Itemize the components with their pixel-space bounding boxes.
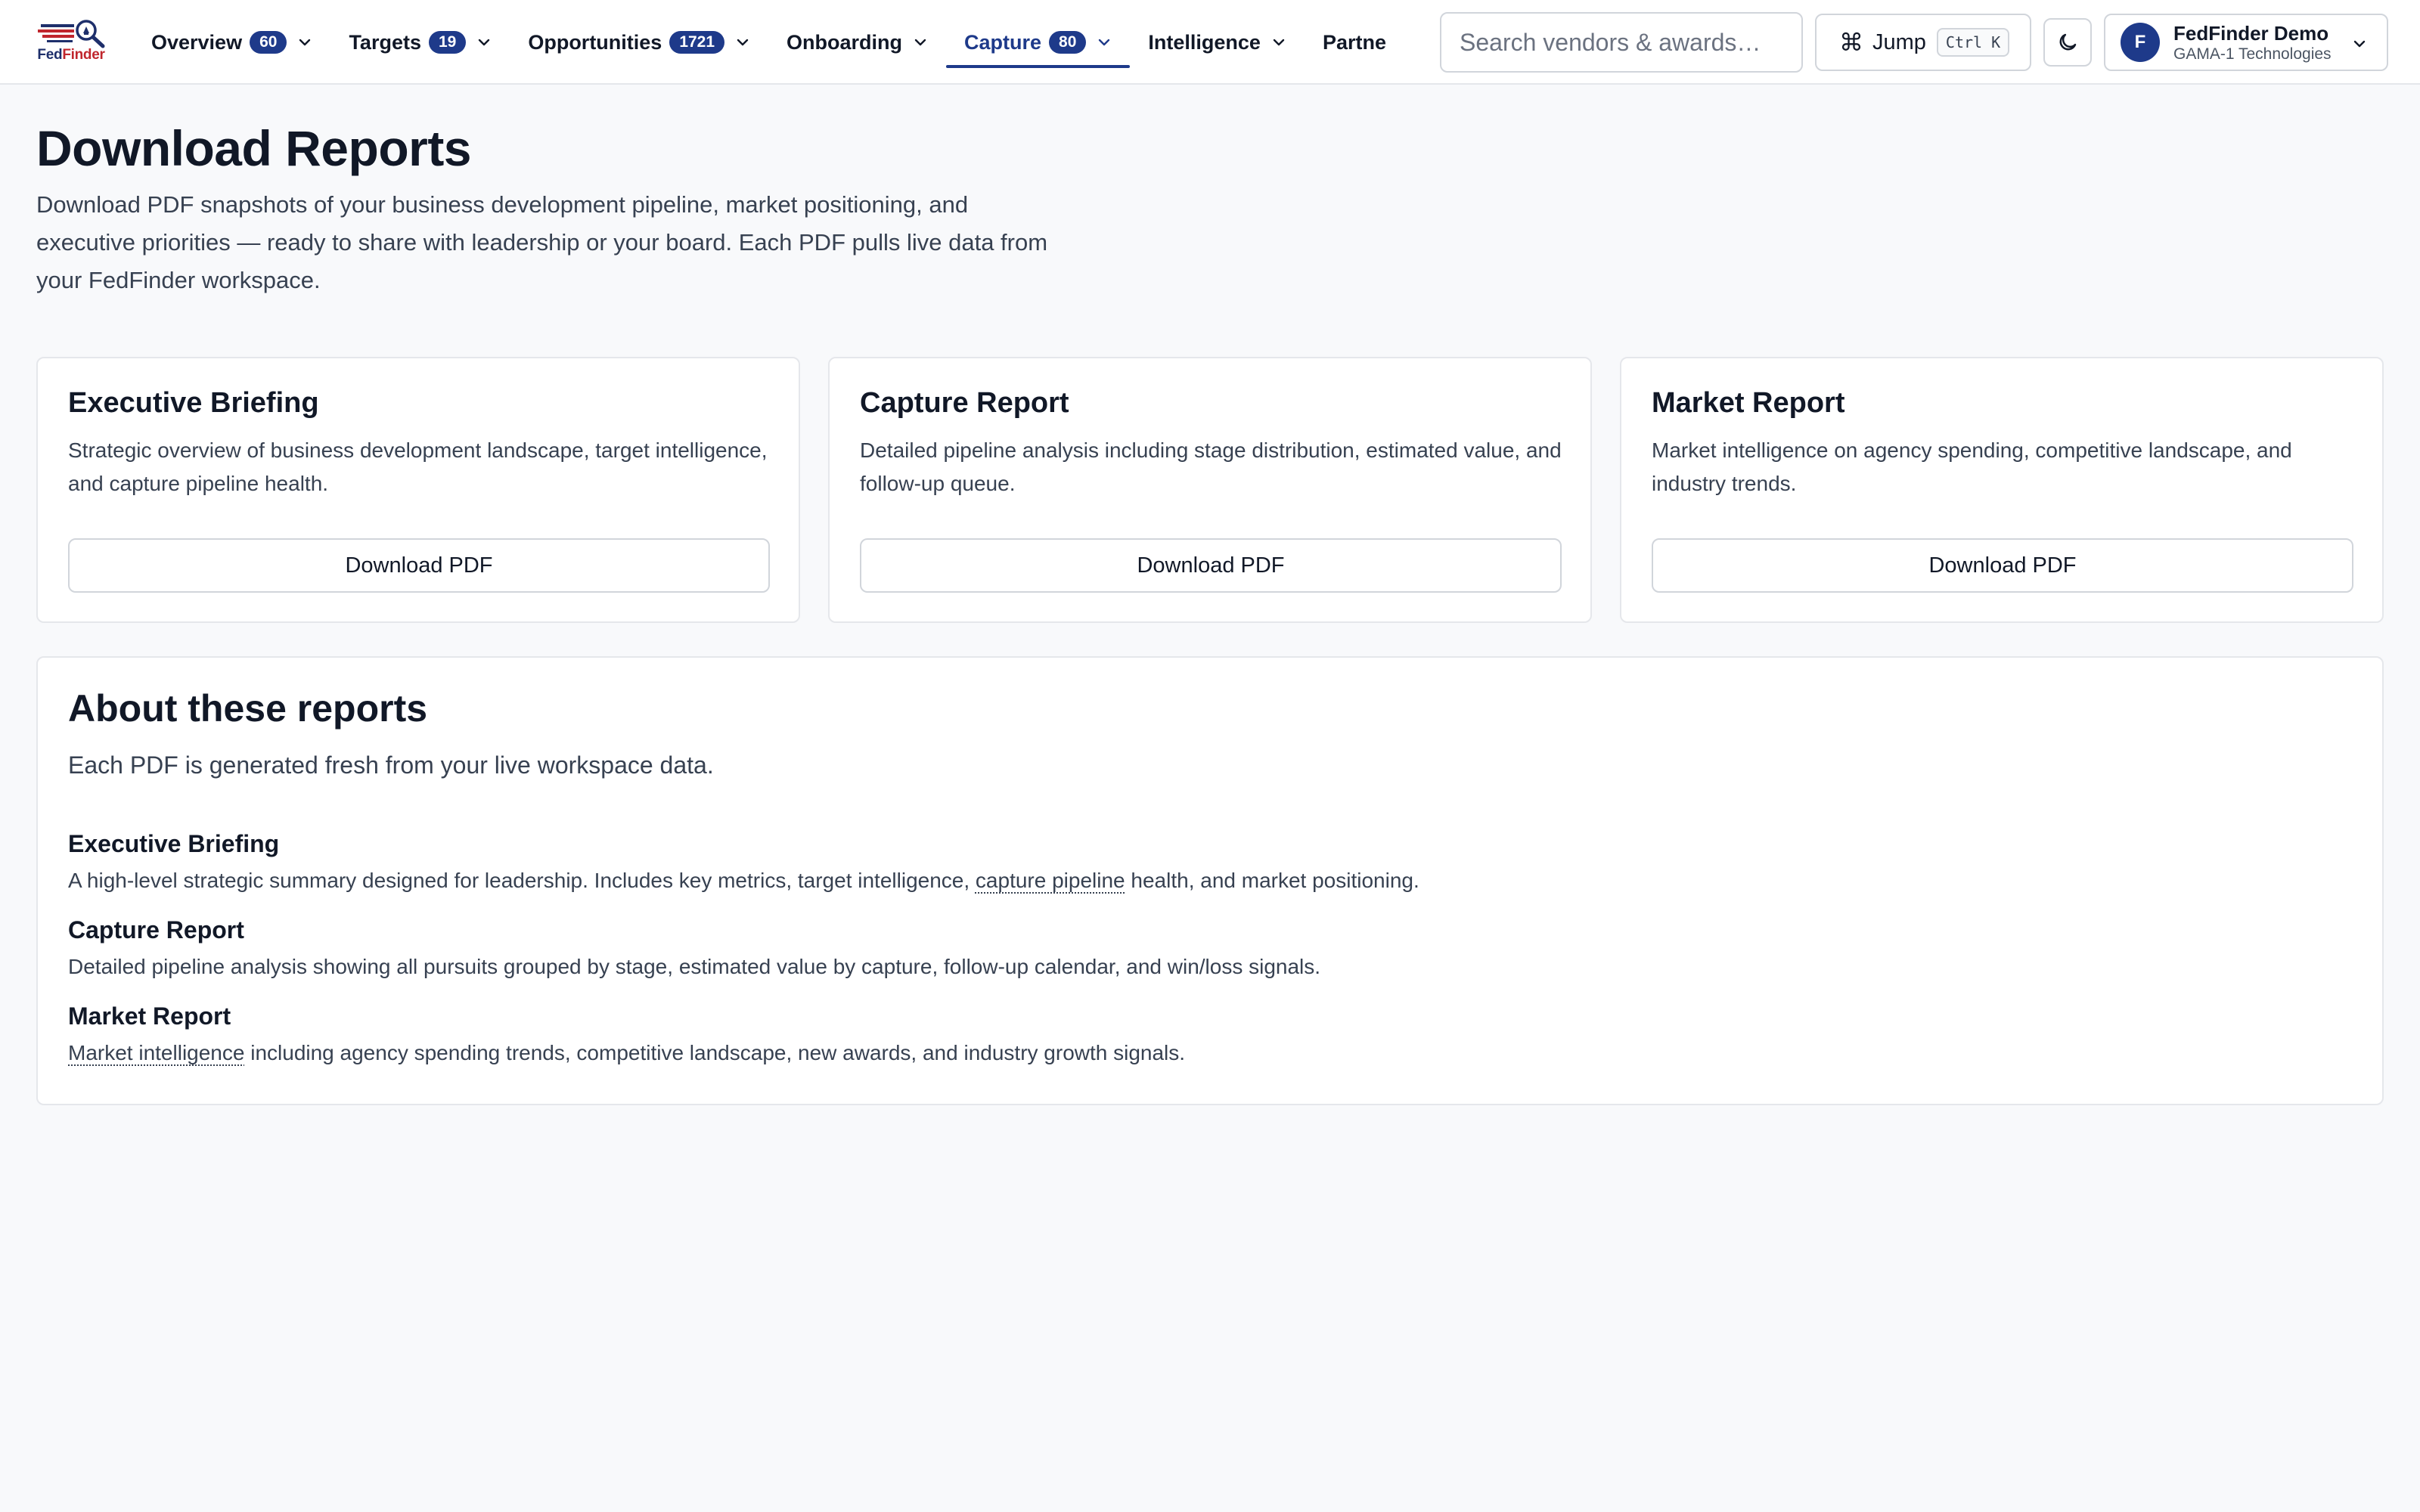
- card-title: Executive Briefing: [68, 387, 319, 419]
- about-item-title: Executive Briefing: [68, 830, 280, 857]
- chevron-down-icon: [2353, 40, 2366, 48]
- capture-pipeline-term[interactable]: capture pipeline: [976, 869, 1125, 892]
- chevron-down-icon: [299, 39, 311, 46]
- logo-wordmark: FedFinder: [37, 47, 105, 63]
- executive-briefing-card: Executive Briefing Strategic overview of…: [36, 357, 800, 623]
- fedfinder-logo[interactable]: FedFinder: [33, 18, 109, 65]
- nav-item-label: Capture: [964, 30, 1042, 54]
- nav-item-targets[interactable]: Targets 19: [330, 0, 510, 85]
- count-badge: 60: [250, 31, 287, 54]
- about-item-executive-briefing: Executive Briefing A high-level strategi…: [68, 830, 2337, 893]
- about-item-market-report: Market Report Market intelligence includ…: [68, 1002, 2337, 1065]
- command-icon: ⌘: [1839, 29, 1863, 56]
- top-header: FedFinder Overview 60 Targets 19 Opportuniti…: [0, 0, 2420, 85]
- nav-item-label: Overview: [151, 30, 243, 54]
- jump-label: Jump: [1872, 29, 1926, 54]
- search-input[interactable]: [1440, 12, 1803, 73]
- card-description: Detailed pipeline analysis including sta…: [860, 438, 1562, 495]
- download-market-report-button[interactable]: Download PDF: [1652, 538, 2353, 593]
- count-badge: 19: [428, 31, 467, 54]
- flag-magnifier-icon: [38, 20, 105, 48]
- download-capture-report-button[interactable]: Download PDF: [860, 538, 1562, 593]
- about-title: About these reports: [68, 687, 428, 730]
- avatar: F: [2121, 23, 2160, 62]
- count-badge: 80: [1049, 31, 1087, 54]
- market-intelligence-term[interactable]: Market intelligence: [68, 1041, 244, 1064]
- about-item-text: Market intelligence including agency spe…: [68, 1041, 1186, 1064]
- nav-item-label: Opportunities: [528, 30, 662, 54]
- page-title: Download Reports: [36, 120, 472, 176]
- about-item-capture-report: Capture Report Detailed pipeline analysi…: [68, 916, 2337, 979]
- user-org: GAMA-1 Technologies: [2173, 45, 2332, 63]
- card-title: Capture Report: [860, 387, 1069, 419]
- theme-toggle-button[interactable]: [2043, 18, 2092, 67]
- nav-item-intelligence[interactable]: Intelligence: [1130, 0, 1305, 85]
- about-item-title: Capture Report: [68, 916, 244, 943]
- about-item-title: Market Report: [68, 1002, 231, 1030]
- chevron-down-icon: [1273, 39, 1285, 46]
- user-name: FedFinder Demo: [2173, 21, 2329, 45]
- chevron-down-icon: [479, 39, 490, 46]
- jump-button[interactable]: ⌘ Jump Ctrl K: [1815, 14, 2031, 71]
- nav-item-label: Onboarding: [786, 30, 903, 54]
- count-badge: 1721: [669, 31, 725, 54]
- user-menu[interactable]: F FedFinder Demo GAMA-1 Technologies: [2104, 14, 2388, 71]
- card-title: Market Report: [1652, 387, 1845, 419]
- nav-item-onboarding[interactable]: Onboarding: [768, 0, 946, 85]
- card-description: Strategic overview of business developme…: [68, 438, 768, 495]
- capture-report-card: Capture Report Detailed pipeline analysi…: [828, 357, 1592, 623]
- nav-item-capture[interactable]: Capture 80: [946, 0, 1131, 85]
- chevron-down-icon: [914, 39, 926, 46]
- about-subtitle: Each PDF is generated fresh from your li…: [68, 751, 714, 779]
- market-report-card: Market Report Market intelligence on age…: [1620, 357, 2384, 623]
- chevron-down-icon: [737, 39, 749, 46]
- about-reports-panel: About these reports Each PDF is generate…: [36, 656, 2384, 1105]
- nav-item-label: Targets: [349, 30, 421, 54]
- main-nav: Overview 60 Targets 19 Opportunities 1721 Onbo…: [133, 0, 1419, 85]
- nav-item-partne[interactable]: Partne: [1305, 0, 1404, 85]
- page-description: Download PDF snapshots of your business …: [36, 191, 1048, 293]
- chevron-down-icon: [1099, 39, 1110, 46]
- nav-item-label: Partne: [1322, 30, 1386, 54]
- nav-item-overview[interactable]: Overview 60: [133, 0, 330, 85]
- nav-item-label: Intelligence: [1148, 30, 1261, 54]
- jump-shortcut: Ctrl K: [1936, 28, 2010, 57]
- download-executive-briefing-button[interactable]: Download PDF: [68, 538, 770, 593]
- about-item-text: Detailed pipeline analysis showing all p…: [68, 955, 1321, 978]
- card-description: Market intelligence on agency spending, …: [1652, 438, 2292, 495]
- nav-item-opportunities[interactable]: Opportunities 1721: [510, 0, 768, 85]
- about-item-text: A high-level strategic summary designed …: [68, 869, 1419, 892]
- moon-icon: [2059, 33, 2077, 51]
